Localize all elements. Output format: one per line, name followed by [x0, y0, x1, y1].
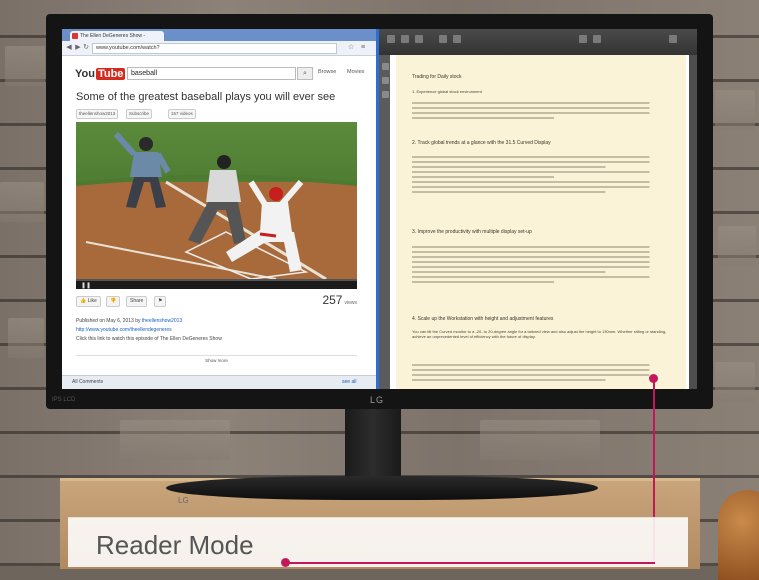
reader-toolbar [376, 29, 697, 55]
video-meta-row: theellenshow2013 Subscribe 157 videos [76, 109, 356, 119]
address-bar[interactable]: www.youtube.com/watch? [92, 43, 337, 54]
forward-icon[interactable]: ▶ [74, 44, 82, 52]
toolbar-icon[interactable] [387, 35, 395, 43]
videos-count[interactable]: 157 videos [168, 109, 196, 119]
doc-section-3: 3. Improve the productivity with multipl… [412, 229, 532, 235]
bezel-label: IPS LCD [52, 397, 76, 403]
toolbar-icon[interactable] [669, 35, 677, 43]
youtube-header: You Tube baseball ⌕ Browse Movies [75, 67, 375, 85]
doc-section-4: 4. Scale up the Workstation with height … [412, 316, 554, 322]
star-icon[interactable]: ☆ [347, 44, 355, 52]
reload-icon[interactable]: ↻ [82, 44, 90, 52]
doc-section-2: 2. Track global trends at a glance with … [412, 140, 551, 146]
dislike-button[interactable]: 👎 [106, 296, 121, 307]
doc-paragraph [412, 243, 670, 286]
doc-paragraph [412, 361, 670, 384]
monitor-brand-logo: LG [370, 395, 385, 405]
all-comments-label[interactable]: All Comments [72, 379, 103, 385]
callout-dot [649, 374, 658, 383]
published-line: Published on May 6, 2013 by theellenshow… [76, 318, 183, 324]
sidebar-icon[interactable] [382, 77, 389, 84]
browser-window: The Ellen DeGeneres Show - ◀ ▶ ↻ www.you… [62, 29, 376, 389]
search-icon: ⌕ [303, 70, 307, 77]
search-button[interactable]: ⌕ [297, 67, 313, 80]
toolbar-icon[interactable] [415, 35, 423, 43]
doc-heading: Trading for Daily stock [412, 74, 462, 80]
video-player[interactable] [76, 122, 357, 279]
doc-paragraph [412, 153, 670, 196]
youtube-favicon-icon [72, 33, 78, 39]
feature-callout: Reader Mode [68, 517, 688, 567]
monitor-stand-neck [345, 409, 401, 483]
reader-scrollbar[interactable] [689, 55, 697, 389]
wall-brick [8, 318, 44, 358]
description-link[interactable]: http://www.youtube.com/theellendegeneres [76, 327, 356, 333]
wall-brick [718, 226, 756, 266]
doc-paragraph [412, 99, 670, 122]
video-progress-bar[interactable] [76, 279, 357, 281]
menu-icon[interactable]: ≡ [359, 44, 367, 52]
toolbar-icon[interactable] [453, 35, 461, 43]
browser-tab-bar: The Ellen DeGeneres Show - [62, 29, 376, 41]
movies-link[interactable]: Movies [347, 69, 364, 75]
youtube-logo[interactable]: You Tube [75, 68, 126, 80]
monitor-screen: The Ellen DeGeneres Show - ◀ ▶ ↻ www.you… [62, 29, 697, 389]
channel-name[interactable]: theellenshow2013 [76, 109, 119, 119]
description-text: Click this link to watch this episode of… [76, 336, 222, 342]
toolbar-icon[interactable] [401, 35, 409, 43]
youtube-search-input[interactable]: baseball [127, 67, 296, 80]
wall-brick [0, 182, 44, 222]
video-title: Some of the greatest baseball plays you … [76, 91, 336, 103]
comments-bar: All Comments see all [62, 375, 376, 389]
toolbar-icon[interactable] [593, 35, 601, 43]
baseball-slide-scene [76, 131, 357, 279]
tab-title: The Ellen DeGeneres Show - [80, 33, 146, 39]
subscribe-button[interactable]: Subscribe [126, 109, 153, 119]
document-page: Trading for Daily stock 1. Experience gl… [396, 55, 686, 389]
flag-button[interactable]: ⚑ [154, 296, 167, 307]
flag-icon: ⚑ [158, 298, 163, 304]
wall-brick [5, 46, 45, 86]
wall-brick [120, 420, 230, 460]
share-button[interactable]: Share [126, 296, 148, 307]
stand-logo: LG [178, 496, 189, 505]
vase [718, 490, 759, 580]
like-button[interactable]: 👍 Like [76, 296, 101, 307]
video-controls[interactable]: ❚❚ [76, 279, 357, 289]
play-icon[interactable]: ❚❚ [81, 282, 91, 289]
see-all-link[interactable]: see all [342, 379, 356, 385]
browser-tab[interactable]: The Ellen DeGeneres Show - [70, 31, 164, 41]
doc-subheading: 1. Experience global stock environment [412, 89, 482, 94]
reader-mode-label: Reader Mode [96, 530, 254, 560]
sidebar-icon[interactable] [382, 63, 389, 70]
wall-brick [715, 362, 755, 402]
video-actions: 👍 Like 👎 Share ⚑ 257 views [76, 293, 357, 310]
wall-brick [480, 420, 600, 460]
thumbs-up-icon: 👍 [80, 298, 88, 304]
reader-sidebar [376, 55, 390, 389]
view-count: 257 views [322, 293, 357, 307]
show-more-button[interactable]: Show more [76, 355, 357, 363]
toolbar-icon[interactable] [439, 35, 447, 43]
browse-link[interactable]: Browse [318, 69, 336, 75]
toolbar-icon[interactable] [579, 35, 587, 43]
back-icon[interactable]: ◀ [65, 44, 73, 52]
monitor-stand-base [166, 476, 598, 500]
callout-line [285, 562, 655, 564]
sidebar-icon[interactable] [382, 91, 389, 98]
browser-toolbar: ◀ ▶ ↻ www.youtube.com/watch? ☆ ≡ [62, 41, 376, 56]
pdf-reader-window: Trading for Daily stock 1. Experience gl… [376, 29, 697, 389]
doc-section-4-body: You can tilt the Curved monitor to a -20… [412, 329, 667, 339]
thumbs-down-icon: 👎 [110, 298, 117, 304]
wall-brick [715, 90, 755, 130]
